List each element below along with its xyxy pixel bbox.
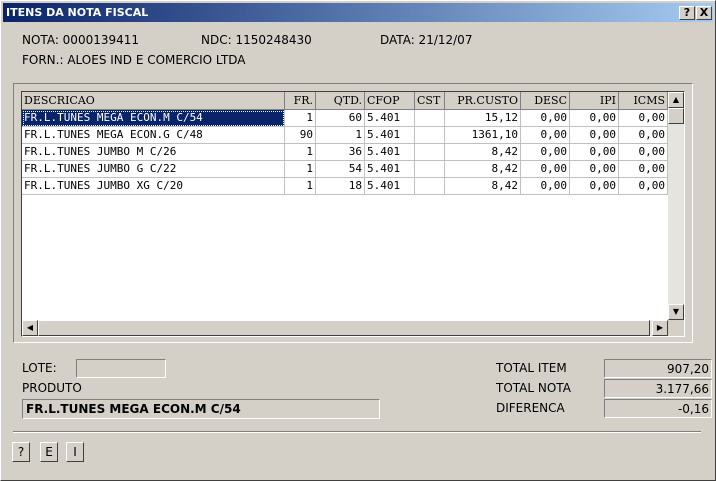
- close-button[interactable]: X: [696, 6, 712, 20]
- table-cell[interactable]: 0,00: [619, 144, 668, 161]
- table-cell[interactable]: 5.401: [365, 178, 415, 195]
- scroll-left-button[interactable]: ◀: [22, 320, 38, 336]
- produto-field: FR.L.TUNES MEGA ECON.M C/54: [22, 399, 380, 419]
- footer-separator: [13, 431, 701, 433]
- table-cell[interactable]: 0,00: [619, 127, 668, 144]
- window-title: ITENS DA NOTA FISCAL: [6, 6, 149, 19]
- table-cell[interactable]: 8,42: [445, 144, 521, 161]
- column-header[interactable]: FR.: [285, 92, 316, 110]
- total-nota-label: TOTAL NOTA: [496, 381, 571, 395]
- table-cell[interactable]: [415, 161, 445, 178]
- table-cell[interactable]: 36: [316, 144, 365, 161]
- help-button[interactable]: ?: [12, 442, 30, 462]
- table-cell[interactable]: 0,00: [570, 161, 619, 178]
- table-cell[interactable]: 18: [316, 178, 365, 195]
- column-header[interactable]: QTD.: [316, 92, 365, 110]
- table-cell[interactable]: 0,00: [570, 127, 619, 144]
- grid-header: DESCRICAO FR. QTD. CFOP CST PR.CUSTO DESC IPI IC…: [22, 92, 668, 110]
- table-cell[interactable]: 5.401: [365, 110, 415, 127]
- column-header[interactable]: IPI: [570, 92, 619, 110]
- table-row[interactable]: FR.L.TUNES MEGA ECON.M C/54 1 60 5.401 15,12…: [22, 110, 668, 127]
- table-cell[interactable]: FR.L.TUNES MEGA ECON.G C/48: [22, 127, 285, 144]
- total-item-field: 907,20: [604, 359, 712, 378]
- table-cell[interactable]: 0,00: [521, 110, 570, 127]
- table-cell[interactable]: 8,42: [445, 178, 521, 195]
- table-cell[interactable]: 1: [316, 127, 365, 144]
- itens-nota-fiscal-window: ITENS DA NOTA FISCAL ? X NOTA: 000013941…: [0, 0, 716, 481]
- horizontal-scroll-thumb[interactable]: [38, 320, 650, 336]
- vertical-scrollbar[interactable]: ▲ ▼: [668, 92, 684, 320]
- table-cell[interactable]: FR.L.TUNES JUMBO G C/22: [22, 161, 285, 178]
- total-item-label: TOTAL ITEM: [496, 361, 567, 375]
- fornecedor-label: FORN.: ALOES IND E COMERCIO LTDA: [22, 53, 246, 67]
- diferenca-label: DIFERENCA: [496, 401, 565, 415]
- items-grid[interactable]: DESCRICAO FR. QTD. CFOP CST PR.CUSTO DESC IPI IC…: [21, 91, 685, 337]
- table-cell[interactable]: 0,00: [619, 161, 668, 178]
- table-cell[interactable]: 0,00: [619, 110, 668, 127]
- table-cell[interactable]: 5.401: [365, 161, 415, 178]
- table-cell[interactable]: 90: [285, 127, 316, 144]
- table-cell[interactable]: FR.L.TUNES JUMBO M C/26: [22, 144, 285, 161]
- column-header[interactable]: PR.CUSTO: [445, 92, 521, 110]
- table-cell[interactable]: 0,00: [570, 144, 619, 161]
- scroll-down-button[interactable]: ▼: [668, 304, 684, 320]
- lote-label: LOTE:: [22, 361, 57, 375]
- table-cell[interactable]: 1: [285, 110, 316, 127]
- table-cell[interactable]: 0,00: [521, 178, 570, 195]
- column-header[interactable]: CFOP: [365, 92, 415, 110]
- table-cell[interactable]: [415, 144, 445, 161]
- table-cell[interactable]: 1: [285, 178, 316, 195]
- table-cell[interactable]: 8,42: [445, 161, 521, 178]
- column-header[interactable]: DESC: [521, 92, 570, 110]
- help-title-button[interactable]: ?: [679, 6, 695, 20]
- table-cell[interactable]: FR.L.TUNES JUMBO XG C/20: [22, 178, 285, 195]
- table-cell[interactable]: 0,00: [521, 161, 570, 178]
- table-cell[interactable]: 1: [285, 161, 316, 178]
- column-header[interactable]: DESCRICAO: [22, 92, 285, 110]
- table-cell[interactable]: 60: [316, 110, 365, 127]
- table-row[interactable]: FR.L.TUNES MEGA ECON.G C/48 90 1 5.401 1361,…: [22, 127, 668, 144]
- table-cell[interactable]: 15,12: [445, 110, 521, 127]
- produto-label: PRODUTO: [22, 381, 82, 395]
- table-row[interactable]: FR.L.TUNES JUMBO M C/26 1 36 5.401 8,42 0,00 0…: [22, 144, 668, 161]
- scroll-corner: [668, 320, 684, 336]
- table-cell[interactable]: 1: [285, 144, 316, 161]
- horizontal-scrollbar[interactable]: ◀ ▶: [22, 320, 668, 336]
- table-cell[interactable]: 0,00: [570, 178, 619, 195]
- table-cell[interactable]: FR.L.TUNES MEGA ECON.M C/54: [22, 110, 285, 127]
- title-bar: ITENS DA NOTA FISCAL ? X: [3, 3, 713, 22]
- table-cell[interactable]: 54: [316, 161, 365, 178]
- diferenca-field: -0,16: [604, 399, 712, 418]
- table-cell[interactable]: 5.401: [365, 127, 415, 144]
- vertical-scroll-thumb[interactable]: [668, 108, 684, 124]
- scroll-up-button[interactable]: ▲: [668, 92, 684, 108]
- data-label: DATA: 21/12/07: [380, 33, 473, 47]
- table-cell[interactable]: 5.401: [365, 144, 415, 161]
- column-header[interactable]: CST: [415, 92, 445, 110]
- total-nota-field: 3.177,66: [604, 379, 712, 398]
- table-row[interactable]: FR.L.TUNES JUMBO G C/22 1 54 5.401 8,42 0,00 0…: [22, 161, 668, 178]
- table-cell[interactable]: 0,00: [570, 110, 619, 127]
- table-cell[interactable]: [415, 178, 445, 195]
- table-cell[interactable]: [415, 127, 445, 144]
- ndc-label: NDC: 1150248430: [201, 33, 312, 47]
- column-header[interactable]: ICMS: [619, 92, 668, 110]
- i-button[interactable]: I: [66, 442, 84, 462]
- table-row[interactable]: FR.L.TUNES JUMBO XG C/20 1 18 5.401 8,42 0,00…: [22, 178, 668, 195]
- e-button[interactable]: E: [40, 442, 58, 462]
- table-cell[interactable]: [415, 110, 445, 127]
- nota-label: NOTA: 0000139411: [22, 33, 140, 47]
- table-cell[interactable]: 0,00: [521, 127, 570, 144]
- table-cell[interactable]: 0,00: [521, 144, 570, 161]
- lote-input[interactable]: [76, 359, 166, 378]
- table-cell[interactable]: 0,00: [619, 178, 668, 195]
- table-cell[interactable]: 1361,10: [445, 127, 521, 144]
- scroll-right-button[interactable]: ▶: [652, 320, 668, 336]
